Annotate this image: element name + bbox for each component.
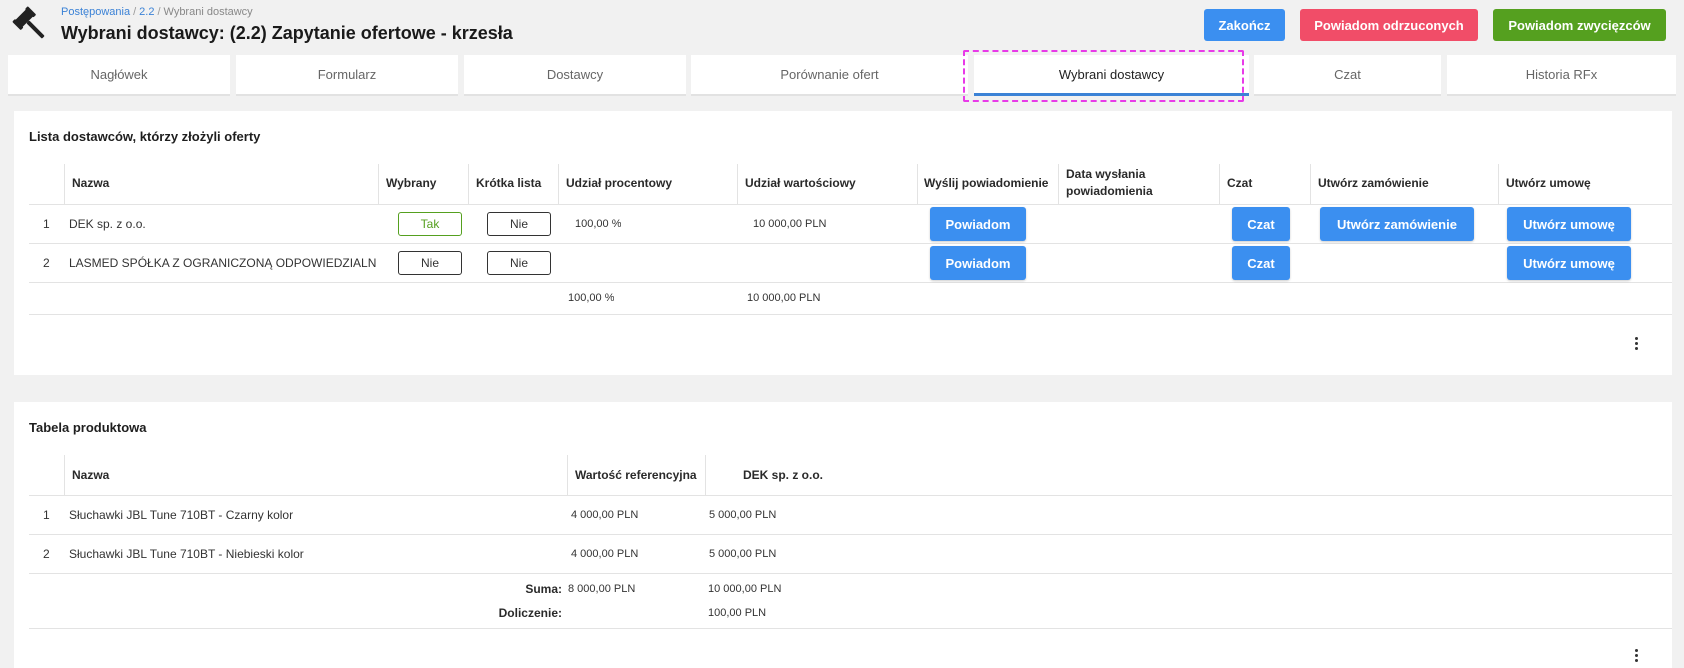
column-header-create-order: Utwórz zamówienie: [1318, 176, 1429, 190]
column-header-name: Nazwa: [72, 176, 110, 190]
row-number: 2: [43, 547, 50, 561]
tab-bar: Nagłówek Formularz Dostawcy Porównanie o…: [8, 55, 1676, 96]
row-divider: [29, 495, 1672, 496]
column-divider: [1219, 164, 1220, 204]
column-divider: [567, 455, 568, 495]
row-divider: [29, 573, 1672, 574]
tab-header[interactable]: Nagłówek: [8, 55, 230, 96]
more-vertical-icon[interactable]: [1631, 648, 1641, 664]
sum-supplier-value: 10 000,00 PLN: [708, 583, 782, 595]
row-divider: [29, 282, 1672, 283]
surcharge-label: Doliczenie:: [498, 606, 562, 620]
row-divider: [29, 534, 1672, 535]
breadcrumb-item-proceedings[interactable]: Postępowania: [61, 6, 130, 18]
breadcrumb-item-rfx[interactable]: 2.2: [139, 6, 154, 18]
row-divider: [29, 204, 1672, 205]
column-header-send-notification: Wyślij powiadomienie: [924, 176, 1049, 190]
supplier-value: 5 000,00 PLN: [709, 548, 777, 560]
column-divider: [737, 164, 738, 204]
column-header-share-value: Udział wartościowy: [745, 176, 856, 190]
chat-button[interactable]: Czat: [1232, 246, 1290, 280]
row-number: 2: [43, 256, 50, 270]
product-name: Słuchawki JBL Tune 710BT - Niebieski kol…: [69, 547, 304, 561]
column-divider: [1310, 164, 1311, 204]
tab-selected-suppliers[interactable]: Wybrani dostawcy: [974, 55, 1249, 96]
tab-form[interactable]: Formularz: [236, 55, 458, 96]
column-header-create-contract: Utwórz umowę: [1506, 176, 1591, 190]
row-number: 1: [43, 508, 50, 522]
breadcrumb-item-current: Wybrani dostawcy: [163, 6, 253, 18]
column-header-share-percent: Udział procentowy: [566, 176, 673, 190]
column-divider: [705, 455, 706, 495]
create-contract-button[interactable]: Utwórz umowę: [1507, 246, 1631, 280]
reference-value: 4 000,00 PLN: [571, 509, 639, 521]
reference-value: 4 000,00 PLN: [571, 548, 639, 560]
column-divider: [1058, 164, 1059, 204]
products-card: Tabela produktowa Nazwa Wartość referenc…: [14, 402, 1672, 668]
create-order-button[interactable]: Utwórz zamówienie: [1320, 207, 1474, 241]
column-divider: [64, 455, 65, 495]
suppliers-card-title: Lista dostawców, którzy złożyli oferty: [29, 129, 261, 144]
shortlist-toggle[interactable]: Nie: [487, 251, 551, 275]
row-number: 1: [43, 217, 50, 231]
row-divider: [29, 314, 1672, 315]
column-header-notification-date: Data wysłania powiadomienia: [1066, 167, 1153, 198]
supplier-name: DEK sp. z o.o.: [69, 217, 146, 231]
create-contract-button[interactable]: Utwórz umowę: [1507, 207, 1631, 241]
tab-suppliers[interactable]: Dostawcy: [464, 55, 686, 96]
column-header-name: Nazwa: [72, 468, 110, 482]
suppliers-card: Lista dostawców, którzy złożyli oferty N…: [14, 111, 1672, 375]
column-divider: [64, 164, 65, 204]
column-divider: [1498, 164, 1499, 204]
share-value: 10 000,00 PLN: [753, 218, 827, 230]
row-divider: [29, 243, 1672, 244]
notify-button[interactable]: Powiadom: [930, 246, 1026, 280]
breadcrumb-separator: /: [133, 6, 137, 18]
column-header-reference-value: Wartość referencyjna: [575, 468, 697, 482]
column-header-supplier: DEK sp. z o.o.: [743, 468, 824, 482]
page-title: Wybrani dostawcy: (2.2) Zapytanie oferto…: [61, 23, 513, 43]
column-header-chat: Czat: [1227, 176, 1253, 190]
breadcrumb: Postępowania/2.2/Wybrani dostawcy: [61, 6, 253, 18]
surcharge-supplier-value: 100,00 PLN: [708, 607, 767, 619]
column-divider: [558, 164, 559, 204]
column-divider: [917, 164, 918, 204]
products-card-title: Tabela produktowa: [29, 420, 147, 435]
tab-offer-comparison[interactable]: Porównanie ofert: [691, 55, 968, 96]
selected-toggle[interactable]: Nie: [398, 251, 462, 275]
finish-button[interactable]: Zakończ: [1204, 9, 1285, 41]
total-share-value: 10 000,00 PLN: [747, 292, 821, 304]
chat-button[interactable]: Czat: [1232, 207, 1290, 241]
column-divider: [378, 164, 379, 204]
supplier-value: 5 000,00 PLN: [709, 509, 777, 521]
notify-winners-button[interactable]: Powiadom zwycięzców: [1493, 9, 1666, 41]
row-divider: [29, 628, 1672, 629]
total-share-percent: 100,00 %: [568, 292, 615, 304]
sum-reference-value: 8 000,00 PLN: [568, 583, 636, 595]
more-vertical-icon[interactable]: [1631, 336, 1641, 352]
column-header-selected: Wybrany: [386, 176, 437, 190]
sum-label: Suma:: [525, 582, 562, 596]
share-percent: 100,00 %: [575, 218, 622, 230]
product-name: Słuchawki JBL Tune 710BT - Czarny kolor: [69, 508, 294, 522]
supplier-name: LASMED SPÓŁKA Z OGRANICZONĄ ODPOWIEDZIAL…: [69, 256, 376, 270]
column-divider: [468, 164, 469, 204]
notify-rejected-button[interactable]: Powiadom odrzuconych: [1300, 9, 1478, 41]
gavel-icon: [12, 6, 45, 39]
notify-button[interactable]: Powiadom: [930, 207, 1026, 241]
shortlist-toggle[interactable]: Nie: [487, 212, 551, 236]
selected-toggle[interactable]: Tak: [398, 212, 462, 236]
column-header-shortlist: Krótka lista: [476, 176, 542, 190]
tab-rfx-history[interactable]: Historia RFx: [1447, 55, 1676, 96]
tab-chat[interactable]: Czat: [1254, 55, 1441, 96]
breadcrumb-separator: /: [157, 6, 161, 18]
